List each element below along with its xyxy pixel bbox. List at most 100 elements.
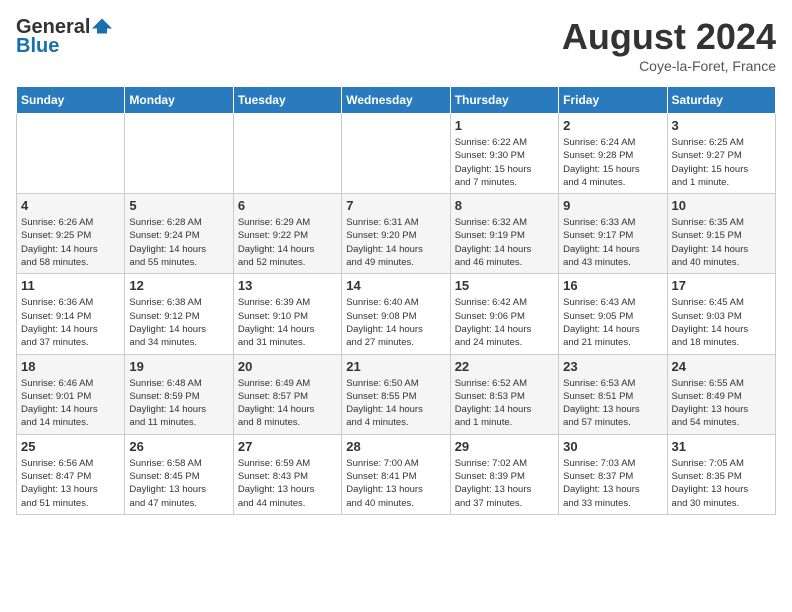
day-number: 19 — [129, 359, 228, 374]
calendar-cell — [125, 114, 233, 194]
logo-icon — [92, 16, 112, 36]
calendar-table: SundayMondayTuesdayWednesdayThursdayFrid… — [16, 86, 776, 515]
day-info: Sunrise: 6:50 AM Sunset: 8:55 PM Dayligh… — [346, 377, 445, 430]
day-of-week-header: Thursday — [450, 87, 558, 114]
calendar-header: SundayMondayTuesdayWednesdayThursdayFrid… — [17, 87, 776, 114]
day-info: Sunrise: 6:42 AM Sunset: 9:06 PM Dayligh… — [455, 296, 554, 349]
calendar-cell: 11 Sunrise: 6:36 AM Sunset: 9:14 PM Dayli… — [17, 274, 125, 354]
month-year: August 2024 — [562, 16, 776, 58]
calendar-cell — [342, 114, 450, 194]
day-number: 30 — [563, 439, 662, 454]
day-info: Sunrise: 6:40 AM Sunset: 9:08 PM Dayligh… — [346, 296, 445, 349]
calendar-week-row: 1 Sunrise: 6:22 AM Sunset: 9:30 PM Daylig… — [17, 114, 776, 194]
calendar-cell: 30 Sunrise: 7:03 AM Sunset: 8:37 PM Dayli… — [559, 434, 667, 514]
calendar-cell: 1 Sunrise: 6:22 AM Sunset: 9:30 PM Daylig… — [450, 114, 558, 194]
calendar-week-row: 11 Sunrise: 6:36 AM Sunset: 9:14 PM Dayli… — [17, 274, 776, 354]
calendar-week-row: 25 Sunrise: 6:56 AM Sunset: 8:47 PM Dayli… — [17, 434, 776, 514]
day-info: Sunrise: 6:35 AM Sunset: 9:15 PM Dayligh… — [672, 216, 771, 269]
day-info: Sunrise: 6:39 AM Sunset: 9:10 PM Dayligh… — [238, 296, 337, 349]
day-number: 1 — [455, 118, 554, 133]
logo-blue-text: Blue — [16, 35, 59, 58]
calendar-cell: 4Sunrise: 6:26 AM Sunset: 9:25 PM Daylig… — [17, 194, 125, 274]
day-of-week-header: Sunday — [17, 87, 125, 114]
day-number: 31 — [672, 439, 771, 454]
day-info: Sunrise: 6:22 AM Sunset: 9:30 PM Dayligh… — [455, 136, 554, 189]
day-info: Sunrise: 6:25 AM Sunset: 9:27 PM Dayligh… — [672, 136, 771, 189]
calendar-cell: 7Sunrise: 6:31 AM Sunset: 9:20 PM Daylig… — [342, 194, 450, 274]
calendar-cell: 18 Sunrise: 6:46 AM Sunset: 9:01 PM Dayli… — [17, 354, 125, 434]
calendar-cell: 22Sunrise: 6:52 AM Sunset: 8:53 PM Dayli… — [450, 354, 558, 434]
day-number: 22 — [455, 359, 554, 374]
calendar-cell: 28Sunrise: 7:00 AM Sunset: 8:41 PM Dayli… — [342, 434, 450, 514]
day-info: Sunrise: 7:00 AM Sunset: 8:41 PM Dayligh… — [346, 457, 445, 510]
day-number: 20 — [238, 359, 337, 374]
day-number: 2 — [563, 118, 662, 133]
calendar-cell: 2 Sunrise: 6:24 AM Sunset: 9:28 PM Daylig… — [559, 114, 667, 194]
day-info: Sunrise: 6:53 AM Sunset: 8:51 PM Dayligh… — [563, 377, 662, 430]
day-number: 15 — [455, 278, 554, 293]
calendar-cell: 26Sunrise: 6:58 AM Sunset: 8:45 PM Dayli… — [125, 434, 233, 514]
calendar-cell — [17, 114, 125, 194]
day-info: Sunrise: 6:49 AM Sunset: 8:57 PM Dayligh… — [238, 377, 337, 430]
day-number: 25 — [21, 439, 120, 454]
day-info: Sunrise: 6:24 AM Sunset: 9:28 PM Dayligh… — [563, 136, 662, 189]
calendar-cell: 23 Sunrise: 6:53 AM Sunset: 8:51 PM Dayli… — [559, 354, 667, 434]
calendar-cell: 10 Sunrise: 6:35 AM Sunset: 9:15 PM Dayli… — [667, 194, 775, 274]
calendar-cell: 17 Sunrise: 6:45 AM Sunset: 9:03 PM Dayli… — [667, 274, 775, 354]
day-number: 6 — [238, 198, 337, 213]
day-number: 14 — [346, 278, 445, 293]
calendar-week-row: 4Sunrise: 6:26 AM Sunset: 9:25 PM Daylig… — [17, 194, 776, 274]
calendar-cell: 20 Sunrise: 6:49 AM Sunset: 8:57 PM Dayli… — [233, 354, 341, 434]
day-number: 24 — [672, 359, 771, 374]
day-info: Sunrise: 6:43 AM Sunset: 9:05 PM Dayligh… — [563, 296, 662, 349]
day-info: Sunrise: 6:45 AM Sunset: 9:03 PM Dayligh… — [672, 296, 771, 349]
day-number: 21 — [346, 359, 445, 374]
day-of-week-header: Friday — [559, 87, 667, 114]
day-number: 27 — [238, 439, 337, 454]
calendar-cell: 15 Sunrise: 6:42 AM Sunset: 9:06 PM Dayli… — [450, 274, 558, 354]
day-number: 12 — [129, 278, 228, 293]
day-number: 11 — [21, 278, 120, 293]
header-row: SundayMondayTuesdayWednesdayThursdayFrid… — [17, 87, 776, 114]
day-info: Sunrise: 7:03 AM Sunset: 8:37 PM Dayligh… — [563, 457, 662, 510]
calendar-cell: 27 Sunrise: 6:59 AM Sunset: 8:43 PM Dayli… — [233, 434, 341, 514]
calendar-cell: 3Sunrise: 6:25 AM Sunset: 9:27 PM Daylig… — [667, 114, 775, 194]
day-number: 5 — [129, 198, 228, 213]
day-info: Sunrise: 6:29 AM Sunset: 9:22 PM Dayligh… — [238, 216, 337, 269]
calendar-cell: 13 Sunrise: 6:39 AM Sunset: 9:10 PM Dayli… — [233, 274, 341, 354]
calendar-cell: 25 Sunrise: 6:56 AM Sunset: 8:47 PM Dayli… — [17, 434, 125, 514]
calendar-body: 1 Sunrise: 6:22 AM Sunset: 9:30 PM Daylig… — [17, 114, 776, 515]
day-number: 10 — [672, 198, 771, 213]
calendar-cell: 19Sunrise: 6:48 AM Sunset: 8:59 PM Dayli… — [125, 354, 233, 434]
day-number: 18 — [21, 359, 120, 374]
day-number: 13 — [238, 278, 337, 293]
calendar-cell: 8Sunrise: 6:32 AM Sunset: 9:19 PM Daylig… — [450, 194, 558, 274]
day-info: Sunrise: 6:33 AM Sunset: 9:17 PM Dayligh… — [563, 216, 662, 269]
calendar-cell: 12 Sunrise: 6:38 AM Sunset: 9:12 PM Dayli… — [125, 274, 233, 354]
day-info: Sunrise: 6:59 AM Sunset: 8:43 PM Dayligh… — [238, 457, 337, 510]
calendar-cell: 14 Sunrise: 6:40 AM Sunset: 9:08 PM Dayli… — [342, 274, 450, 354]
day-info: Sunrise: 6:26 AM Sunset: 9:25 PM Dayligh… — [21, 216, 120, 269]
day-info: Sunrise: 6:58 AM Sunset: 8:45 PM Dayligh… — [129, 457, 228, 510]
day-number: 17 — [672, 278, 771, 293]
day-info: Sunrise: 6:38 AM Sunset: 9:12 PM Dayligh… — [129, 296, 228, 349]
day-number: 8 — [455, 198, 554, 213]
day-of-week-header: Saturday — [667, 87, 775, 114]
day-info: Sunrise: 7:05 AM Sunset: 8:35 PM Dayligh… — [672, 457, 771, 510]
page-header: General Blue August 2024 Coye-la-Foret, … — [16, 16, 776, 74]
day-number: 29 — [455, 439, 554, 454]
calendar-cell: 16 Sunrise: 6:43 AM Sunset: 9:05 PM Dayli… — [559, 274, 667, 354]
day-info: Sunrise: 6:46 AM Sunset: 9:01 PM Dayligh… — [21, 377, 120, 430]
day-info: Sunrise: 6:28 AM Sunset: 9:24 PM Dayligh… — [129, 216, 228, 269]
day-of-week-header: Tuesday — [233, 87, 341, 114]
calendar-cell: 5 Sunrise: 6:28 AM Sunset: 9:24 PM Daylig… — [125, 194, 233, 274]
day-number: 16 — [563, 278, 662, 293]
day-number: 9 — [563, 198, 662, 213]
calendar-cell: 21 Sunrise: 6:50 AM Sunset: 8:55 PM Dayli… — [342, 354, 450, 434]
location: Coye-la-Foret, France — [562, 58, 776, 74]
calendar-cell: 24Sunrise: 6:55 AM Sunset: 8:49 PM Dayli… — [667, 354, 775, 434]
title-block: August 2024 Coye-la-Foret, France — [562, 16, 776, 74]
day-info: Sunrise: 6:36 AM Sunset: 9:14 PM Dayligh… — [21, 296, 120, 349]
day-number: 23 — [563, 359, 662, 374]
day-info: Sunrise: 6:56 AM Sunset: 8:47 PM Dayligh… — [21, 457, 120, 510]
